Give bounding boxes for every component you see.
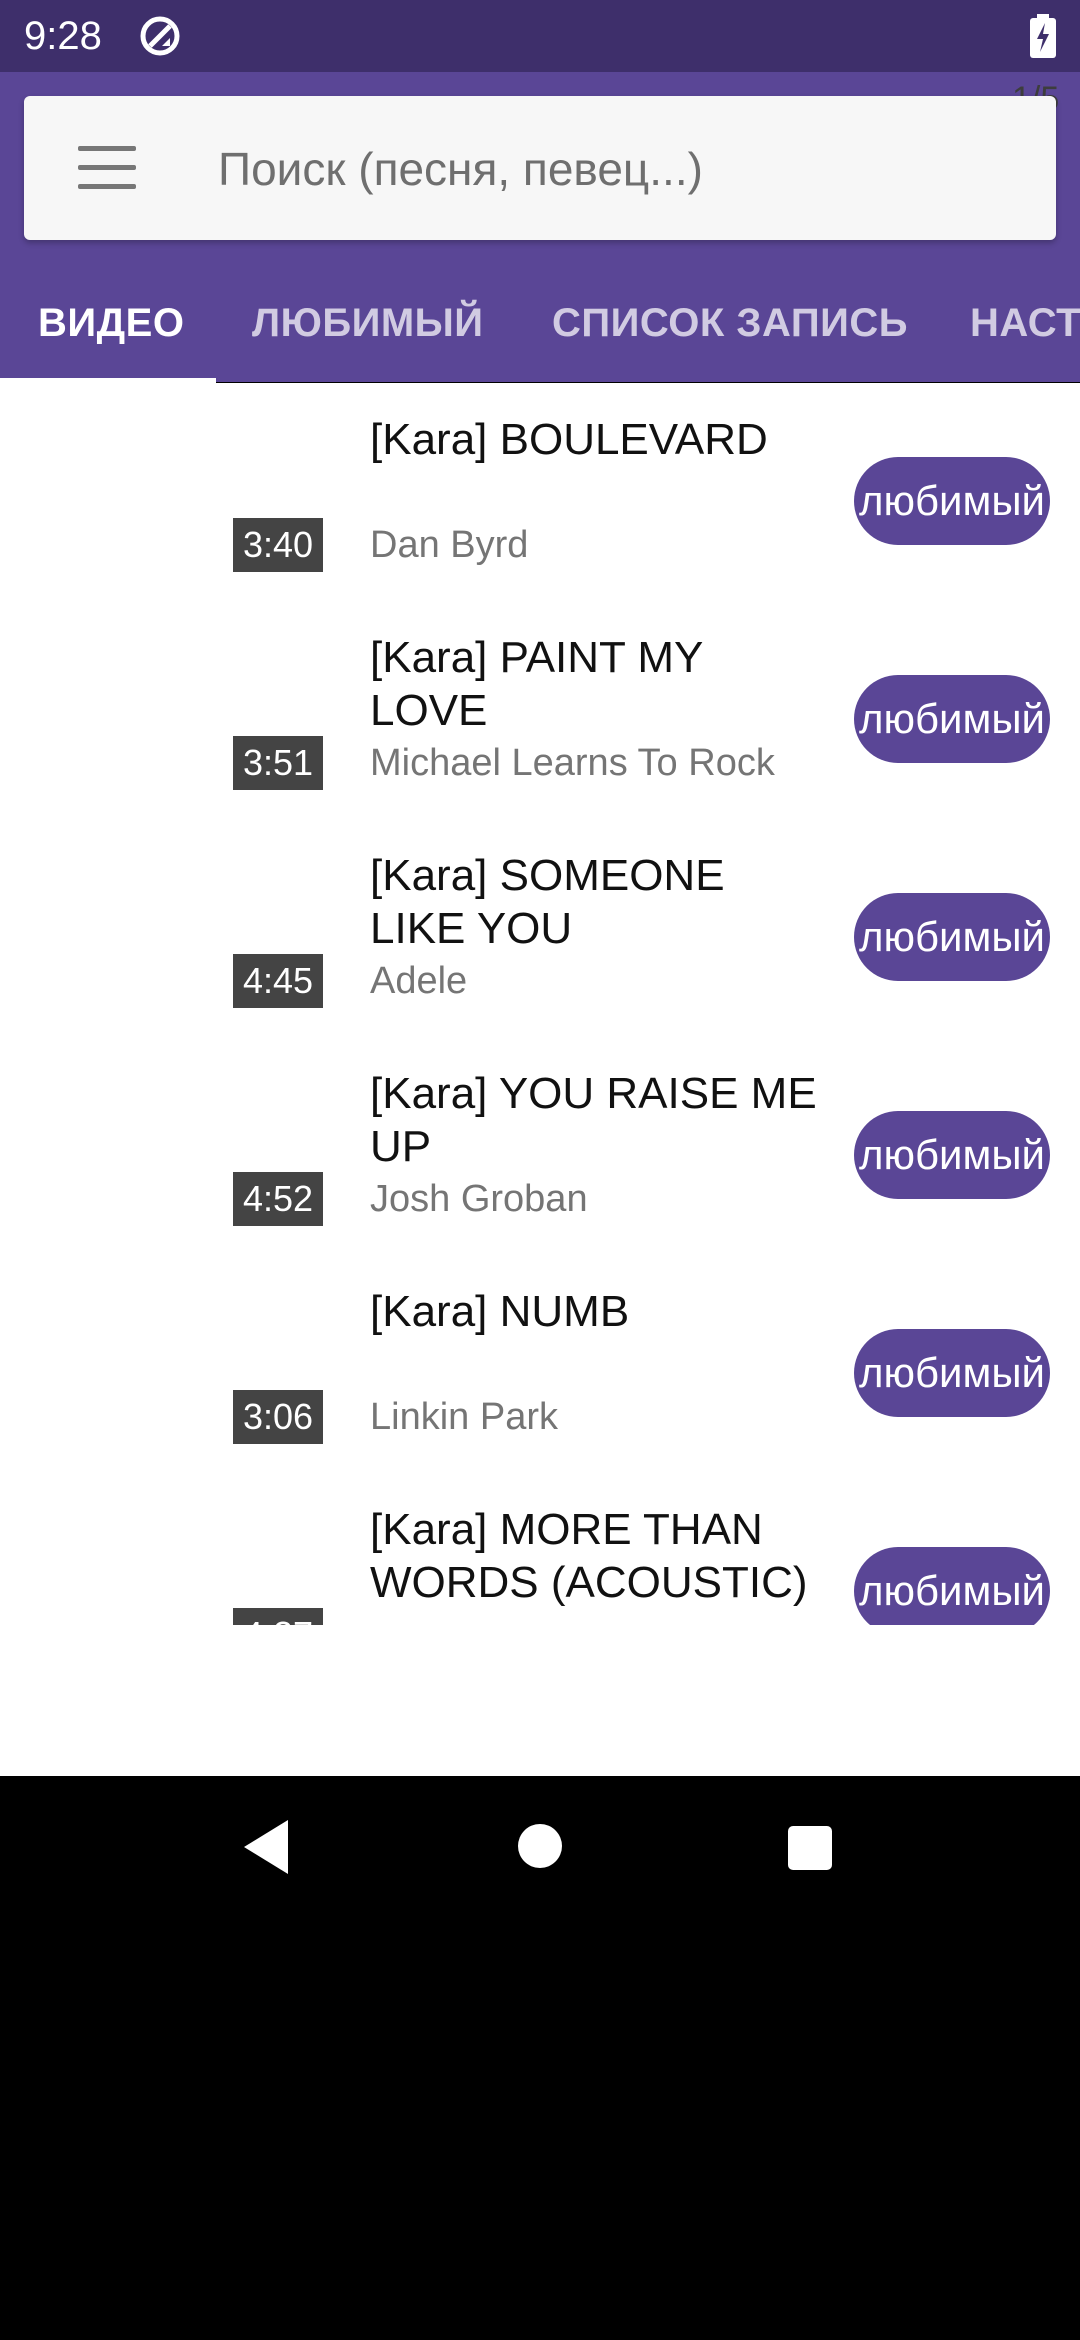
song-artist: Dan Byrd xyxy=(370,524,529,566)
list-item[interactable]: 4:27 [Kara] MORE THAN WORDS (ACOUSTIC) л… xyxy=(0,1473,1080,1625)
favorite-button[interactable]: любимый xyxy=(854,1111,1050,1199)
list-item[interactable]: 3:51 [Kara] PAINT MY LOVE Michael Learns… xyxy=(0,601,1080,819)
duration-badge: 4:45 xyxy=(233,954,323,1008)
status-bar: 9:28 xyxy=(0,0,1080,72)
sync-icon xyxy=(140,16,180,56)
hamburger-menu-icon[interactable] xyxy=(78,146,136,190)
favorite-button[interactable]: любимый xyxy=(854,457,1050,545)
list-item[interactable]: 4:45 [Kara] SOMEONE LIKE YOU Adele любим… xyxy=(0,819,1080,1037)
tab-bar: ВИДЕО ЛЮБИМЫЙ СПИСОК ЗАПИСЬ НАСТ xyxy=(0,264,1080,382)
song-title: [Kara] NUMB xyxy=(370,1287,630,1336)
search-bar[interactable] xyxy=(24,96,1056,240)
duration-badge: 4:27 xyxy=(233,1608,323,1625)
duration-badge: 4:52 xyxy=(233,1172,323,1226)
song-artist: Adele xyxy=(370,960,468,1002)
duration-badge: 3:40 xyxy=(233,518,323,572)
recents-square-icon[interactable] xyxy=(788,1826,832,1870)
search-input[interactable] xyxy=(216,132,1020,206)
song-title: [Kara] BOULEVARD xyxy=(370,415,768,464)
back-triangle-icon[interactable] xyxy=(240,1818,294,1876)
song-artist: Josh Groban xyxy=(370,1178,588,1220)
song-artist: Linkin Park xyxy=(370,1396,558,1438)
song-artist: Michael Learns To Rock xyxy=(370,742,775,784)
tab-settings[interactable]: НАСТ xyxy=(970,264,1080,382)
song-title: [Kara] MORE THAN WORDS (ACOUSTIC) xyxy=(370,1505,808,1607)
list-item[interactable]: 4:52 [Kara] YOU RAISE ME UP Josh Groban … xyxy=(0,1037,1080,1255)
duration-badge: 3:06 xyxy=(233,1390,323,1444)
song-title: [Kara] SOMEONE LIKE YOU xyxy=(370,851,725,953)
tab-video[interactable]: ВИДЕО xyxy=(38,264,184,382)
tab-recording-list[interactable]: СПИСОК ЗАПИСЬ xyxy=(552,264,908,382)
status-time: 9:28 xyxy=(24,14,102,58)
list-item[interactable]: 3:06 [Kara] NUMB Linkin Park любимый xyxy=(0,1255,1080,1473)
home-circle-icon[interactable] xyxy=(518,1824,562,1868)
favorite-button[interactable]: любимый xyxy=(854,893,1050,981)
video-list-content[interactable]: 3:40 [Kara] BOULEVARD Dan Byrd любимый 3… xyxy=(0,383,1080,1776)
battery-charging-icon xyxy=(1030,14,1056,58)
favorite-button[interactable]: любимый xyxy=(854,1547,1050,1625)
favorite-button[interactable]: любимый xyxy=(854,675,1050,763)
song-list[interactable]: 3:40 [Kara] BOULEVARD Dan Byrd любимый 3… xyxy=(0,383,1080,1625)
favorite-button[interactable]: любимый xyxy=(854,1329,1050,1417)
duration-badge: 3:51 xyxy=(233,736,323,790)
song-title: [Kara] YOU RAISE ME UP xyxy=(370,1069,817,1171)
list-item[interactable]: 3:40 [Kara] BOULEVARD Dan Byrd любимый xyxy=(0,383,1080,601)
tab-favorites[interactable]: ЛЮБИМЫЙ xyxy=(252,264,484,382)
song-title: [Kara] PAINT MY LOVE xyxy=(370,633,703,735)
